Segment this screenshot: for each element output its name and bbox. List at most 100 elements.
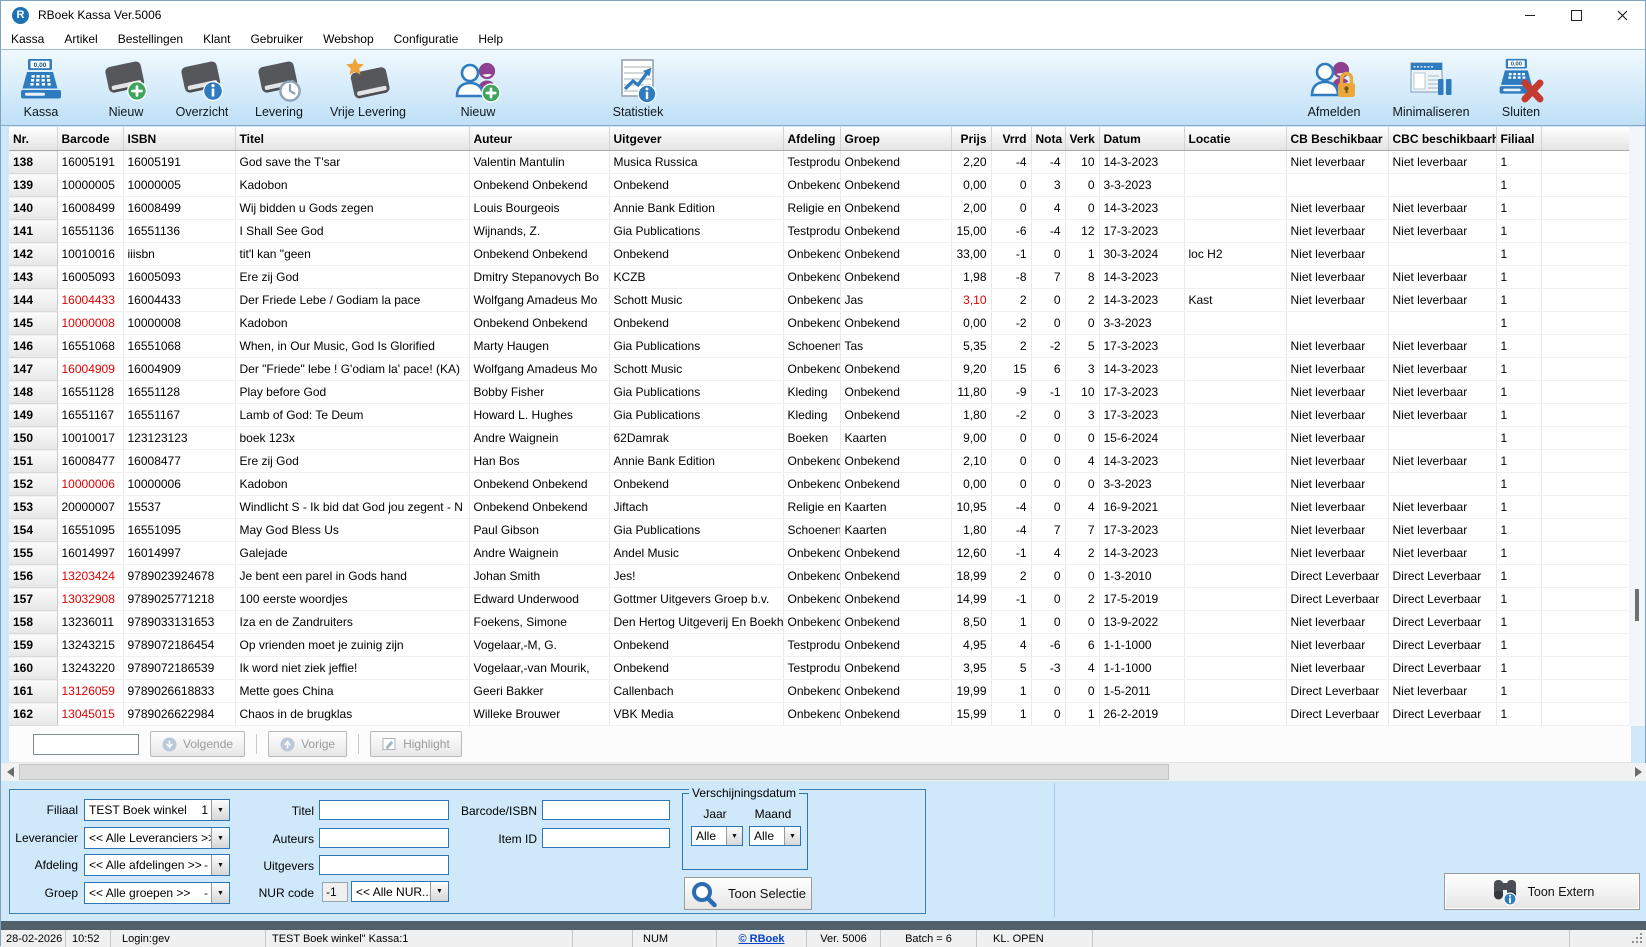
menu-webshop[interactable]: Webshop (313, 32, 383, 46)
dropdown-arrow-icon[interactable]: ▼ (784, 827, 800, 845)
table-row[interactable]: 160132432209789072186539Ik word niet zie… (9, 657, 1631, 680)
auteurs-input[interactable] (319, 828, 449, 848)
column-header-locatie[interactable]: Locatie (1184, 127, 1286, 151)
vorige-button[interactable]: Vorige (268, 731, 347, 757)
column-header-uitgever[interactable]: Uitgever (609, 127, 783, 151)
table-row[interactable]: 1381600519116005191God save the T'sarVal… (9, 151, 1631, 174)
toon-extern-button[interactable]: Toon Extern (1444, 873, 1640, 910)
dropdown-arrow-icon[interactable]: ▼ (211, 883, 229, 903)
toolbar-afmelden-button[interactable]: Afmelden (1289, 54, 1379, 119)
column-header-barcode[interactable]: Barcode (57, 127, 123, 151)
table-row[interactable]: 1511600847716008477Ere zij GodHan BosAnn… (9, 450, 1631, 473)
barcode-isbn-input[interactable] (542, 800, 670, 820)
table-row[interactable]: 1441600443316004433Der Friede Lebe / God… (9, 289, 1631, 312)
column-header-vrrd[interactable]: Vrrd (991, 127, 1031, 151)
table-row[interactable]: 1451000000810000008KadobonOnbekend Onbek… (9, 312, 1631, 335)
afdeling-select[interactable]: << Alle afdelingen >> - ▼ (84, 854, 230, 876)
table-row[interactable]: 1461655106816551068When, in Our Music, G… (9, 335, 1631, 358)
maand-select[interactable]: Alle ▼ (749, 826, 801, 846)
item-id-input[interactable] (542, 828, 670, 848)
rboek-link[interactable]: © RBoek (738, 933, 784, 945)
menu-kassa[interactable]: Kassa (1, 32, 54, 46)
table-row[interactable]: 157130329089789025771218100 eerste woord… (9, 588, 1631, 611)
toolbar-kassa-button[interactable]: 0,00 Kassa (1, 54, 81, 119)
vertical-scrollbar-thumb[interactable] (1635, 589, 1639, 621)
dropdown-arrow-icon[interactable]: ▼ (430, 882, 448, 901)
menu-bestellingen[interactable]: Bestellingen (108, 32, 193, 46)
toolbar-nieuw-artikel-button[interactable]: Nieuw (86, 54, 166, 119)
table-row[interactable]: 1391000000510000005KadobonOnbekend Onbek… (9, 174, 1631, 197)
toolbar-minimaliseren-button[interactable]: Minimaliseren (1379, 54, 1483, 119)
column-header-isbn[interactable]: ISBN (123, 127, 235, 151)
dropdown-arrow-icon[interactable]: ▼ (211, 855, 229, 875)
column-header-filiaal[interactable]: Filiaal (1496, 127, 1541, 151)
search-input[interactable] (33, 734, 139, 755)
column-header-afdeling[interactable]: Afdeling (783, 127, 840, 151)
column-header-datum[interactable]: Datum (1099, 127, 1184, 151)
menu-help[interactable]: Help (468, 32, 513, 46)
column-header-titel[interactable]: Titel (235, 127, 469, 151)
cell-cb: Direct Leverbaar (1286, 588, 1388, 611)
table-row[interactable]: 1431600509316005093Ere zij GodDmitry Ste… (9, 266, 1631, 289)
table-row[interactable]: 161131260599789026618833Mette goes China… (9, 680, 1631, 703)
vertical-scrollbar[interactable] (1629, 127, 1645, 726)
column-header-nr[interactable]: Nr. (9, 127, 57, 151)
filiaal-select[interactable]: TEST Boek winkel 1 ▼ (84, 799, 230, 821)
table-row[interactable]: 1411655113616551136I Shall See GodWijnan… (9, 220, 1631, 243)
table-row[interactable]: 15010010017123123123boek 123xAndre Waign… (9, 427, 1631, 450)
column-header-nota[interactable]: Nota (1031, 127, 1065, 151)
column-header-auteur[interactable]: Auteur (469, 127, 609, 151)
nur-code-select[interactable]: << Alle NUR... ▼ (351, 881, 449, 902)
uitgevers-input[interactable] (319, 855, 449, 875)
menu-artikel[interactable]: Artikel (54, 32, 107, 46)
table-row[interactable]: 1541655109516551095May God Bless UsPaul … (9, 519, 1631, 542)
toolbar-nieuw-klant-button[interactable]: Nieuw (438, 54, 518, 119)
horizontal-scrollbar-thumb[interactable] (19, 764, 1169, 780)
toolbar-overzicht-button[interactable]: Overzicht (160, 54, 244, 119)
maximize-window-icon[interactable] (1553, 1, 1599, 29)
dropdown-arrow-icon[interactable]: ▼ (211, 828, 229, 848)
table-row[interactable]: 1401600849916008499Wij bidden u Gods zeg… (9, 197, 1631, 220)
menu-gebruiker[interactable]: Gebruiker (240, 32, 313, 46)
cell-nota: -2 (1031, 335, 1065, 358)
menu-klant[interactable]: Klant (193, 32, 240, 46)
cell-titel: Chaos in de brugklas (235, 703, 469, 726)
dropdown-arrow-icon[interactable]: ▼ (726, 827, 742, 845)
toolbar-levering-button[interactable]: Levering (239, 54, 319, 119)
column-header-verk[interactable]: Verk (1065, 127, 1099, 151)
table-row[interactable]: 156132034249789023924678Je bent een pare… (9, 565, 1631, 588)
table-row[interactable]: 158132360119789033131653Iza en de Zandru… (9, 611, 1631, 634)
table-row[interactable]: 1481655112816551128Play before GodBobby … (9, 381, 1631, 404)
table-row[interactable]: 1491655116716551167Lamb of God: Te DeumH… (9, 404, 1631, 427)
jaar-select[interactable]: Alle ▼ (691, 826, 743, 846)
column-header-cbc-beschikbaarheid[interactable]: CBC beschikbaarhe (1388, 127, 1496, 151)
toon-selectie-button[interactable]: Toon Selectie (684, 877, 812, 910)
cell-nota: 6 (1031, 358, 1065, 381)
table-row[interactable]: 1532000000715537Windlicht S - Ik bid dat… (9, 496, 1631, 519)
minimize-window-icon[interactable] (1507, 1, 1553, 29)
toolbar-vrije-levering-button[interactable]: Vrije Levering (308, 54, 428, 119)
dropdown-arrow-icon[interactable]: ▼ (211, 800, 229, 820)
column-header-cb-beschikbaar[interactable]: CB Beschikbaar (1286, 127, 1388, 151)
resize-grip-icon[interactable] (1640, 941, 1642, 943)
column-header-groep[interactable]: Groep (840, 127, 951, 151)
highlight-button[interactable]: Highlight (370, 731, 462, 757)
toolbar-sluiten-button[interactable]: 0,00 Sluiten (1483, 54, 1559, 119)
leverancier-select[interactable]: << Alle Leveranciers >> ▼ (84, 827, 230, 849)
titel-input[interactable] (319, 800, 449, 820)
menu-configuratie[interactable]: Configuratie (384, 32, 469, 46)
scroll-right-icon[interactable] (1629, 763, 1646, 781)
table-row[interactable]: 162130450159789026622984Chaos in de brug… (9, 703, 1631, 726)
toolbar-statistiek-button[interactable]: Statistiek (593, 54, 683, 119)
table-row[interactable]: 159132432159789072186454Op vrienden moet… (9, 634, 1631, 657)
table-row[interactable]: 1471600490916004909Der "Friede" lebe ! G… (9, 358, 1631, 381)
table-row[interactable]: 14210010016iiisbntit'l kan "geenOnbekend… (9, 243, 1631, 266)
groep-select[interactable]: << Alle groepen >> - ▼ (84, 882, 230, 904)
table-row[interactable]: 1521000000610000006KadobonOnbekend Onbek… (9, 473, 1631, 496)
table-row[interactable]: 1551601499716014997GalejadeAndre Waignei… (9, 542, 1631, 565)
volgende-button[interactable]: Volgende (150, 731, 245, 757)
horizontal-scrollbar[interactable] (1, 763, 1646, 781)
column-header-prijs[interactable]: Prijs (951, 127, 991, 151)
close-window-icon[interactable] (1599, 1, 1645, 29)
scroll-left-icon[interactable] (1, 763, 19, 781)
